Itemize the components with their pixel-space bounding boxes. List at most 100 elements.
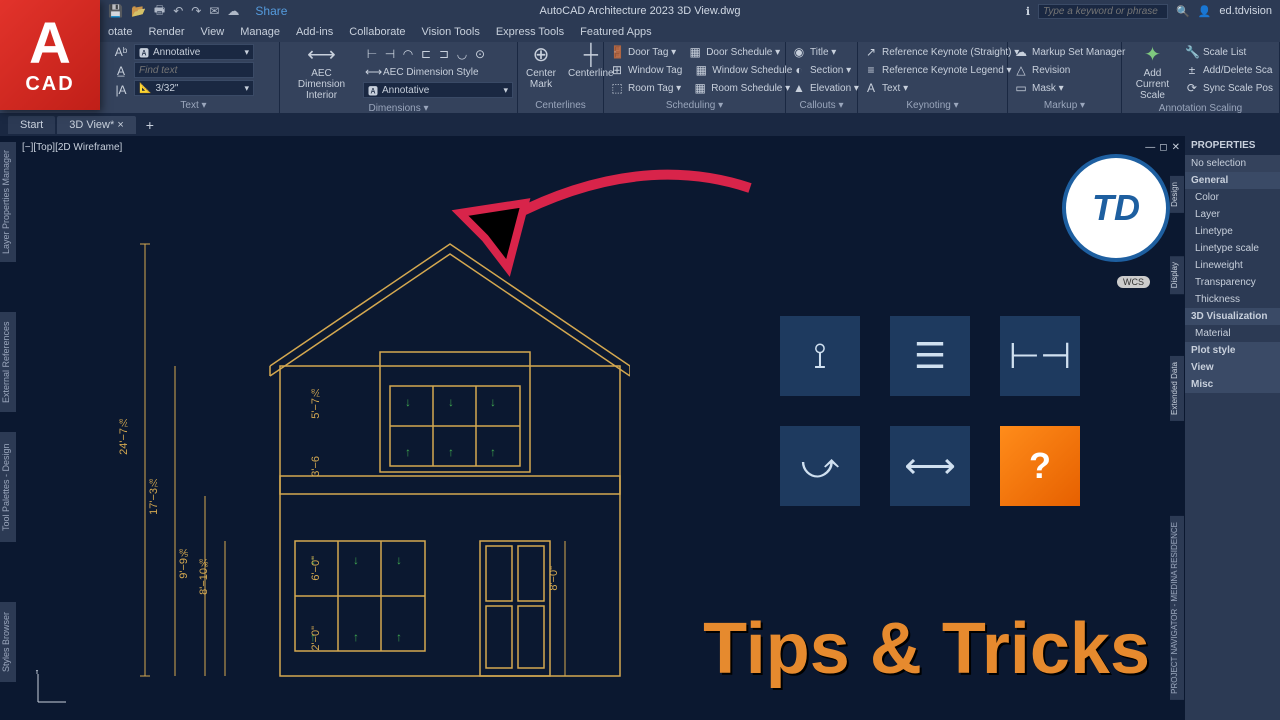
tool-palettes-tab[interactable]: Tool Palettes - Design bbox=[0, 432, 16, 542]
close-icon[interactable]: × bbox=[117, 119, 123, 131]
scale-list-button[interactable]: 🔧Scale List bbox=[1183, 44, 1275, 60]
viewport-label[interactable]: [−][Top][2D Wireframe] bbox=[22, 142, 122, 153]
tab-addins[interactable]: Add-ins bbox=[296, 26, 333, 38]
key-text-button[interactable]: AText ▾ bbox=[862, 80, 1021, 96]
panel-call-title[interactable]: Callouts ▾ bbox=[790, 98, 853, 113]
dim-style-button[interactable]: ⟷AEC Dimension Style bbox=[363, 64, 513, 80]
tab-express[interactable]: Express Tools bbox=[496, 26, 564, 38]
find-text-input[interactable] bbox=[134, 62, 254, 78]
mail-icon[interactable]: ✉ bbox=[209, 4, 219, 18]
new-tab-button[interactable]: + bbox=[138, 114, 162, 136]
panel-dims-title[interactable]: Dimensions ▾ bbox=[284, 101, 513, 116]
room-tag-button[interactable]: ⬚Room Tag ▾ bbox=[608, 80, 683, 96]
tab-manage[interactable]: Manage bbox=[240, 26, 280, 38]
search-icon[interactable]: 🔍 bbox=[1176, 5, 1190, 18]
tab-start[interactable]: Start bbox=[8, 116, 55, 134]
prop-layer[interactable]: Layer bbox=[1185, 206, 1280, 223]
tab-view[interactable]: View bbox=[201, 26, 225, 38]
ref-keynote-button[interactable]: ↗Reference Keynote (Straight) ▾ bbox=[862, 44, 1021, 60]
title-button[interactable]: ◉Title ▾ bbox=[790, 44, 861, 60]
svg-text:↑: ↑ bbox=[448, 445, 454, 459]
tab-visiontools[interactable]: Vision Tools bbox=[422, 26, 480, 38]
door-tag-button[interactable]: 🚪Door Tag ▾ bbox=[608, 44, 678, 60]
user-name[interactable]: ed.tdvision bbox=[1219, 5, 1272, 17]
mask-button[interactable]: ▭Mask ▾ bbox=[1012, 80, 1127, 96]
logo-letter: A bbox=[29, 15, 71, 73]
elevation-button[interactable]: ▲Elevation ▾ bbox=[790, 80, 861, 96]
close-vp-icon[interactable]: ✕ bbox=[1172, 142, 1180, 153]
wcs-badge[interactable]: WCS bbox=[1117, 276, 1150, 288]
svg-text:↑: ↑ bbox=[396, 630, 402, 644]
xref-tab[interactable]: External References bbox=[0, 312, 16, 412]
section-plotstyle[interactable]: Plot style bbox=[1185, 342, 1280, 359]
window-tag-button[interactable]: ⊞Window Tag bbox=[608, 62, 684, 78]
prop-color[interactable]: Color bbox=[1185, 189, 1280, 206]
print-icon[interactable]: 🖶 bbox=[154, 1, 165, 22]
tab-annotate[interactable]: otate bbox=[108, 26, 132, 38]
dim-anno-combo[interactable]: 🅰Annotative bbox=[363, 82, 513, 98]
tab-collaborate[interactable]: Collaborate bbox=[349, 26, 405, 38]
prop-ltscale[interactable]: Linetype scale bbox=[1185, 240, 1280, 257]
text-scale-combo[interactable]: 📐3/32" bbox=[134, 80, 254, 96]
redo-icon[interactable]: ↷ bbox=[191, 4, 201, 18]
section-view[interactable]: View bbox=[1185, 359, 1280, 376]
prop-lineweight[interactable]: Lineweight bbox=[1185, 257, 1280, 274]
panel-sched-title[interactable]: Scheduling ▾ bbox=[608, 98, 781, 113]
ref-keynote-legend-button[interactable]: ≡Reference Keynote Legend ▾ bbox=[862, 62, 1021, 78]
svg-text:↓: ↓ bbox=[353, 553, 359, 567]
dim-810: 8'−10⅜ bbox=[198, 556, 210, 595]
tab-3dview[interactable]: 3D View* × bbox=[57, 116, 136, 134]
vtab-extended[interactable]: Extended Data bbox=[1170, 356, 1184, 421]
app-logo[interactable]: A CAD bbox=[0, 0, 100, 110]
prop-linetype[interactable]: Linetype bbox=[1185, 223, 1280, 240]
section-misc[interactable]: Misc bbox=[1185, 376, 1280, 393]
tile-dim-stretch: ⟷ bbox=[890, 426, 970, 506]
add-scale-button[interactable]: ✦Add Current Scale bbox=[1126, 44, 1179, 101]
panel-key-title[interactable]: Keynoting ▾ bbox=[862, 98, 1003, 113]
search-input[interactable] bbox=[1038, 4, 1168, 19]
text-style-combo[interactable]: 🅰Annotative bbox=[134, 44, 254, 60]
user-icon[interactable]: 👤 bbox=[1198, 5, 1212, 18]
prop-transparency[interactable]: Transparency bbox=[1185, 274, 1280, 291]
abc-icon[interactable]: Aᵇ bbox=[112, 44, 130, 60]
text-icon3[interactable]: |A bbox=[112, 82, 130, 98]
cloud-icon[interactable]: ☁ bbox=[227, 4, 239, 18]
section-general[interactable]: General bbox=[1185, 172, 1280, 189]
window-schedule-button[interactable]: ▦Window Schedule bbox=[692, 62, 794, 78]
vtab-display[interactable]: Display bbox=[1170, 256, 1184, 294]
styles-browser-tab[interactable]: Styles Browser bbox=[0, 602, 16, 682]
arrow-graphic bbox=[430, 158, 770, 318]
section-3dvis[interactable]: 3D Visualization bbox=[1185, 308, 1280, 325]
share-button[interactable]: Share bbox=[255, 4, 287, 18]
center-mark-button[interactable]: ⊕Center Mark bbox=[522, 44, 560, 90]
maximize-icon[interactable]: ◻ bbox=[1159, 142, 1167, 153]
aec-dimension-button[interactable]: ⟷AEC Dimension Interior bbox=[284, 44, 359, 101]
properties-selection[interactable]: No selection bbox=[1185, 155, 1280, 172]
minimize-icon[interactable]: — bbox=[1145, 142, 1155, 153]
save-icon[interactable]: 💾 bbox=[108, 4, 123, 18]
markup-manager-button[interactable]: ☁Markup Set Manager bbox=[1012, 44, 1127, 60]
section-button[interactable]: ◐Section ▾ bbox=[790, 62, 861, 78]
tile-dim-break: ⟟ bbox=[780, 316, 860, 396]
svg-text:↓: ↓ bbox=[405, 395, 411, 409]
revision-button[interactable]: △Revision bbox=[1012, 62, 1127, 78]
drawing-area[interactable]: [−][Top][2D Wireframe] — ◻ ✕ Layer Propert… bbox=[0, 136, 1280, 720]
vtab-design[interactable]: Design bbox=[1170, 176, 1184, 213]
add-delete-scale-button[interactable]: ±Add/Delete Sca bbox=[1183, 62, 1275, 78]
dim-row1[interactable]: ⊢⊣◠⊏⊐◡⊙ bbox=[363, 46, 513, 62]
panel-markup-title[interactable]: Markup ▾ bbox=[1012, 98, 1117, 113]
panel-text-title[interactable]: Text ▾ bbox=[112, 98, 275, 113]
open-icon[interactable]: 📂 bbox=[131, 4, 146, 18]
project-navigator-tab[interactable]: PROJECT NAVIGATOR - MEDINA RESIDENCE bbox=[1170, 516, 1184, 700]
prop-thickness[interactable]: Thickness bbox=[1185, 291, 1280, 308]
room-schedule-button[interactable]: ▦Room Schedule ▾ bbox=[691, 80, 792, 96]
tab-featured[interactable]: Featured Apps bbox=[580, 26, 652, 38]
info-icon[interactable]: ℹ bbox=[1026, 5, 1030, 18]
undo-icon[interactable]: ↶ bbox=[173, 4, 183, 18]
tab-render[interactable]: Render bbox=[148, 26, 184, 38]
text-icon2[interactable]: A̲ bbox=[112, 63, 130, 79]
door-schedule-button[interactable]: ▦Door Schedule ▾ bbox=[686, 44, 782, 60]
layer-manager-tab[interactable]: Layer Properties Manager bbox=[0, 142, 16, 262]
prop-material[interactable]: Material bbox=[1185, 325, 1280, 342]
sync-scale-button[interactable]: ⟳Sync Scale Pos bbox=[1183, 80, 1275, 96]
